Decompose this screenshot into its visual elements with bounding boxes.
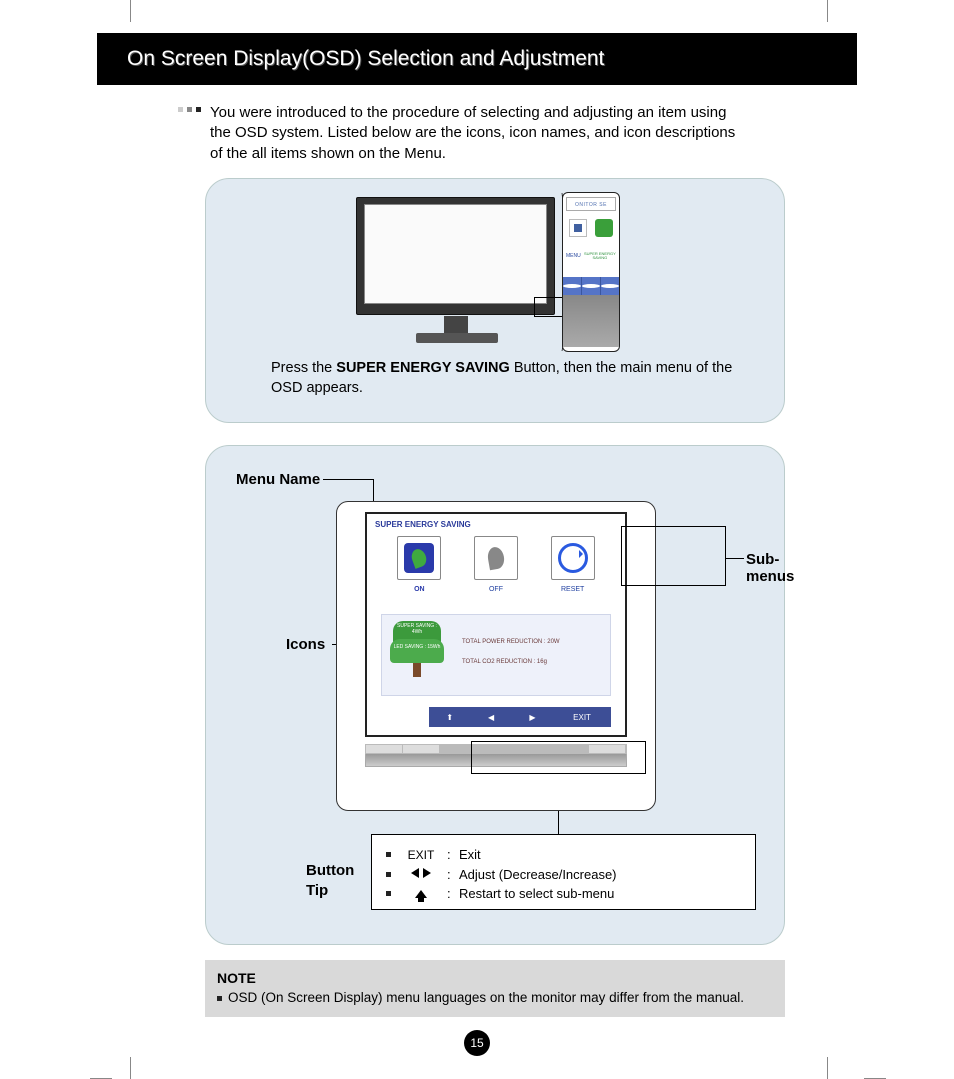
tip-exit-symbol: EXIT — [401, 846, 441, 864]
osd-on-icon — [397, 536, 441, 580]
crop-marks-bottom — [0, 1051, 954, 1079]
label-menu-name: Menu Name — [236, 471, 320, 488]
tip-home-symbol — [401, 885, 441, 903]
stat-co2-reduction: TOTAL CO2 REDUCTION : 16g — [462, 659, 547, 665]
callout-rect-buttons — [471, 741, 646, 774]
intro-text: You were introduced to the procedure of … — [210, 103, 750, 164]
label-sub-menus: Sub-menus — [746, 551, 794, 585]
osd-title: SUPER ENERGY SAVING — [375, 520, 471, 529]
energy-saving-icon — [595, 219, 613, 237]
tip-home-text: Restart to select sub-menu — [459, 884, 614, 904]
nav-home-icon: ⬆ — [429, 713, 470, 722]
nav-exit-label: EXIT — [553, 713, 611, 722]
button-tip-box: EXIT : Exit : Adjust (Decrease/Increase)… — [371, 834, 756, 910]
zoom-button-strip — [563, 277, 619, 295]
label-icons: Icons — [286, 636, 325, 653]
osd-reset-icon — [551, 536, 595, 580]
panel1-text: Press the SUPER ENERGY SAVING Button, th… — [271, 359, 739, 398]
stat-power-reduction: TOTAL POWER REDUCTION : 20W — [462, 639, 560, 645]
zoom-menu-label: MENU — [566, 253, 581, 259]
tip-exit-text: Exit — [459, 845, 481, 865]
tip-arrows-symbol — [401, 865, 441, 883]
osd-screen: SUPER ENERGY SAVING ON OFF RESET SUPER S… — [365, 512, 627, 737]
instruction-panel-2: Menu Name Sub-menus Icons Button Tip SUP… — [205, 445, 785, 945]
page-title: On Screen Display(OSD) Selection and Adj… — [127, 47, 604, 71]
tip-arrows-text: Adjust (Decrease/Increase) — [459, 865, 617, 885]
note-box: NOTE OSD (On Screen Display) menu langua… — [205, 960, 785, 1017]
decorative-dots — [178, 107, 201, 112]
leader-line — [726, 558, 744, 559]
zoom-ses-label: SUPER ENERGY SAVING — [584, 252, 616, 260]
zoomed-button-panel: ONITOR SE MENU SUPER ENERGY SAVING — [562, 192, 620, 352]
osd-nav-bar: ⬆ ◀ ▶ EXIT — [429, 707, 611, 727]
osd-stats-box: SUPER SAVING : 4Wh LED SAVING : 15Wh TOT… — [381, 614, 611, 696]
osd-icon-row: ON OFF RESET — [381, 536, 611, 611]
osd-on-label: ON — [384, 586, 454, 593]
nav-right-icon: ▶ — [512, 713, 553, 722]
label-button-tip: Button Tip — [306, 861, 366, 900]
page-header: On Screen Display(OSD) Selection and Adj… — [97, 33, 857, 85]
callout-rect-submenus — [621, 526, 726, 586]
leader-line — [323, 479, 373, 480]
nav-left-icon: ◀ — [470, 713, 511, 722]
savings-tree-icon: SUPER SAVING : 4Wh LED SAVING : 15Wh — [390, 621, 444, 687]
note-title: NOTE — [217, 970, 773, 986]
instruction-panel-1: ONITOR SE MENU SUPER ENERGY SAVING Press… — [205, 178, 785, 423]
osd-off-icon — [474, 536, 518, 580]
monitor-illustration — [356, 197, 555, 355]
crop-marks-top — [0, 0, 954, 28]
osd-reset-label: RESET — [538, 586, 608, 593]
zoom-top-label: ONITOR SE — [566, 197, 616, 211]
osd-off-label: OFF — [461, 586, 531, 593]
menu-icon — [569, 219, 587, 237]
note-text: OSD (On Screen Display) menu languages o… — [228, 990, 744, 1005]
